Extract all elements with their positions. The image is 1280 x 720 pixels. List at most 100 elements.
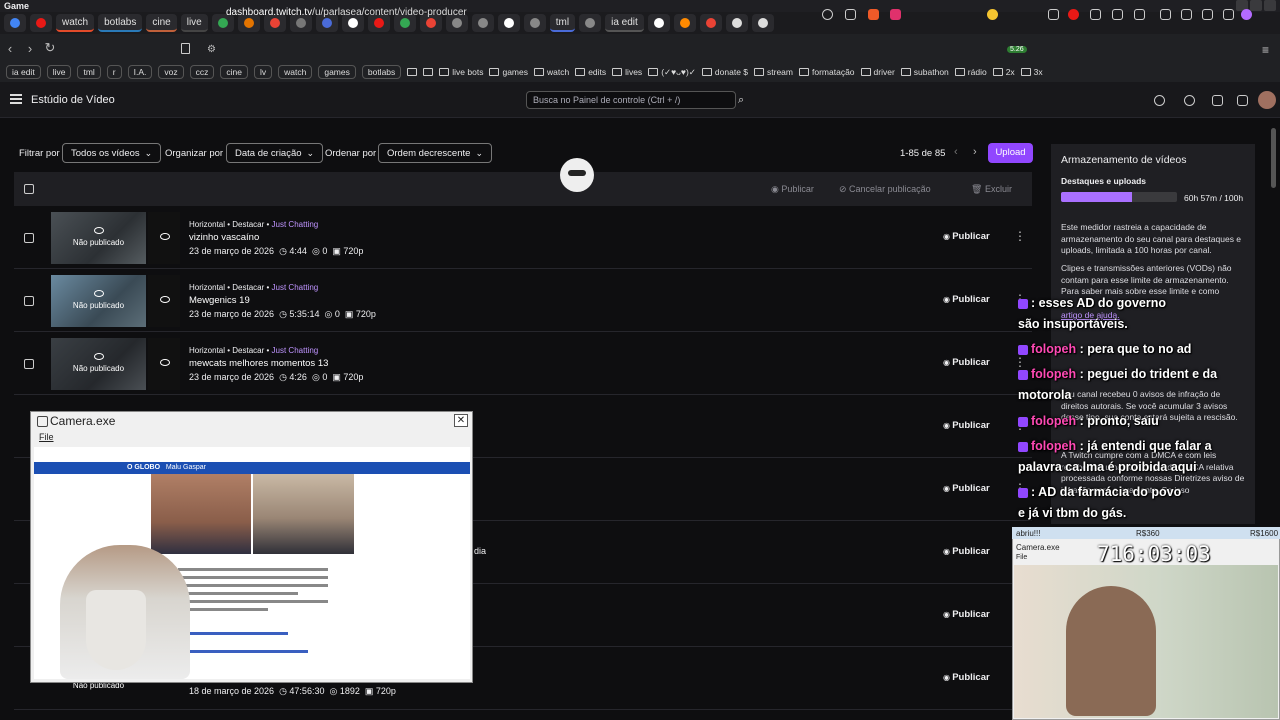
publish-button[interactable]: Publicar — [943, 294, 990, 305]
search-input[interactable]: Busca no Painel de controle (Ctrl + /) — [526, 91, 736, 109]
close-icon[interactable]: ✕ — [454, 414, 468, 427]
bookmark-item[interactable] — [423, 68, 434, 76]
browser-tab[interactable] — [751, 14, 774, 32]
search-icon[interactable]: ⌕ — [738, 91, 754, 109]
browser-tab[interactable]: ia edit — [605, 14, 644, 32]
bookmark-page-icon[interactable] — [181, 43, 190, 54]
extension-icon[interactable] — [1048, 9, 1059, 20]
scrollbar[interactable] — [1271, 128, 1276, 188]
profile-icon[interactable] — [1241, 9, 1252, 20]
extension-icon[interactable] — [987, 9, 998, 20]
reload-icon[interactable]: ↻ — [40, 40, 60, 56]
extension-icon[interactable] — [1068, 9, 1079, 20]
bookmark-item[interactable]: I.A. — [127, 65, 153, 79]
upload-button[interactable]: Upload — [988, 143, 1033, 163]
row-checkbox[interactable] — [24, 296, 34, 306]
publish-button[interactable]: Publicar — [943, 357, 990, 368]
bookmark-item[interactable]: formatação — [799, 67, 855, 77]
maximize-button[interactable] — [1250, 0, 1262, 11]
extension-icon[interactable] — [1134, 9, 1145, 20]
browser-tab[interactable]: botlabs — [98, 14, 143, 32]
bookmark-item[interactable]: games — [318, 65, 356, 79]
extension-icon[interactable] — [1223, 9, 1234, 20]
publish-button[interactable]: Publicar — [943, 546, 990, 557]
menu-icon[interactable]: ≡ — [1262, 43, 1269, 57]
table-row[interactable]: Não publicado Horizontal • Destacar • Ju… — [14, 207, 1032, 269]
rewards-icon[interactable] — [890, 9, 901, 20]
video-category[interactable]: Just Chatting — [272, 346, 319, 355]
select-all-checkbox[interactable] — [24, 184, 34, 194]
bookmark-item[interactable]: live bots — [439, 67, 483, 77]
browser-tab[interactable] — [699, 14, 722, 32]
sidebar-icon[interactable] — [1160, 9, 1171, 20]
bookmark-item[interactable]: watch — [278, 65, 313, 79]
bookmark-item[interactable]: stream — [754, 67, 793, 77]
file-menu[interactable]: File — [1016, 554, 1027, 561]
more-options-icon[interactable]: ⋮ — [1014, 229, 1026, 243]
extension-icon[interactable] — [1090, 9, 1101, 20]
bookmark-item[interactable]: voz — [158, 65, 184, 79]
browser-tab[interactable] — [647, 14, 670, 32]
browser-tab[interactable] — [471, 14, 494, 32]
brave-shield-icon[interactable] — [868, 9, 879, 20]
bookmark-item[interactable]: ia edit — [6, 65, 41, 79]
filter-select[interactable]: Todos os vídeos — [62, 143, 162, 163]
zoom-icon[interactable] — [822, 9, 833, 20]
bookmark-item[interactable]: live — [46, 65, 72, 79]
bookmark-item[interactable]: driver — [860, 67, 895, 77]
bulk-unpublish-button[interactable]: ⊘ Cancelar publicação — [839, 184, 931, 195]
whispers-icon[interactable] — [1237, 95, 1248, 106]
file-menu[interactable]: File — [39, 432, 54, 442]
url-field[interactable]: dashboard.twitch.tv/u/parlasea/content/v… — [226, 7, 467, 18]
browser-tab[interactable]: live — [180, 14, 208, 32]
bookmark-item[interactable]: lv — [253, 65, 273, 79]
avatar[interactable] — [1258, 91, 1276, 109]
video-title[interactable]: mewcats melhores momentos 13 — [189, 358, 328, 369]
video-category[interactable]: Just Chatting — [272, 220, 319, 229]
bookmark-item[interactable]: ccz — [189, 65, 215, 79]
table-row[interactable]: Não publicado Horizontal • Destacar • Ju… — [14, 270, 1032, 332]
bulk-delete-button[interactable]: 🗑 Excluir — [971, 184, 1012, 195]
bulk-publish-button[interactable]: ◉ Publicar — [771, 184, 814, 195]
video-title[interactable]: vizinho vascaíno — [189, 232, 259, 243]
bookmark-item[interactable]: tml — [77, 65, 101, 79]
browser-tab[interactable] — [579, 14, 602, 32]
bookmark-item[interactable]: (✓♥ᴗ♥)✓ — [648, 67, 696, 78]
browser-tab[interactable] — [30, 14, 52, 32]
bookmark-item[interactable]: 2x — [992, 67, 1015, 77]
browser-tab[interactable] — [673, 14, 696, 32]
prev-page-icon[interactable]: ‹ — [954, 146, 958, 158]
bookmark-item[interactable]: games — [489, 67, 528, 77]
bookmark-item[interactable] — [407, 68, 418, 76]
row-checkbox[interactable] — [24, 359, 34, 369]
browser-tab[interactable] — [497, 14, 520, 32]
video-title[interactable]: Mewgenics 19 — [189, 295, 250, 306]
hamburger-menu-icon[interactable] — [10, 94, 22, 104]
row-checkbox[interactable] — [24, 233, 34, 243]
bookmark-item[interactable]: subathon — [900, 67, 949, 77]
publish-button[interactable]: Publicar — [943, 609, 990, 620]
table-row[interactable]: Não publicado Horizontal • Destacar • Ju… — [14, 333, 1032, 395]
organize-select[interactable]: Data de criação — [226, 143, 324, 163]
site-info-icon[interactable]: ⚙ — [207, 44, 216, 55]
wallet-icon[interactable] — [1181, 9, 1192, 20]
download-icon[interactable] — [1202, 9, 1213, 20]
bookmark-item[interactable]: watch — [533, 67, 569, 77]
publish-button[interactable]: Publicar — [943, 231, 990, 242]
forward-icon[interactable]: › — [20, 41, 40, 56]
browser-tab[interactable]: tml — [549, 14, 576, 32]
bookmark-item[interactable]: rádio — [954, 67, 987, 77]
order-select[interactable]: Ordem decrescente — [378, 143, 492, 163]
bookmark-item[interactable]: r — [106, 65, 122, 79]
share-icon[interactable] — [845, 9, 856, 20]
publish-button[interactable]: Publicar — [943, 672, 990, 683]
inbox-icon[interactable] — [1212, 95, 1223, 106]
publish-button[interactable]: Publicar — [943, 483, 990, 494]
browser-tab[interactable] — [523, 14, 546, 32]
bookmark-item[interactable]: lives — [612, 67, 642, 77]
browser-tab[interactable] — [4, 14, 26, 32]
next-page-icon[interactable]: › — [973, 146, 977, 158]
bookmark-item[interactable]: cine — [220, 65, 248, 79]
bookmark-item[interactable]: donate $ — [701, 67, 748, 77]
publish-button[interactable]: Publicar — [943, 420, 990, 431]
